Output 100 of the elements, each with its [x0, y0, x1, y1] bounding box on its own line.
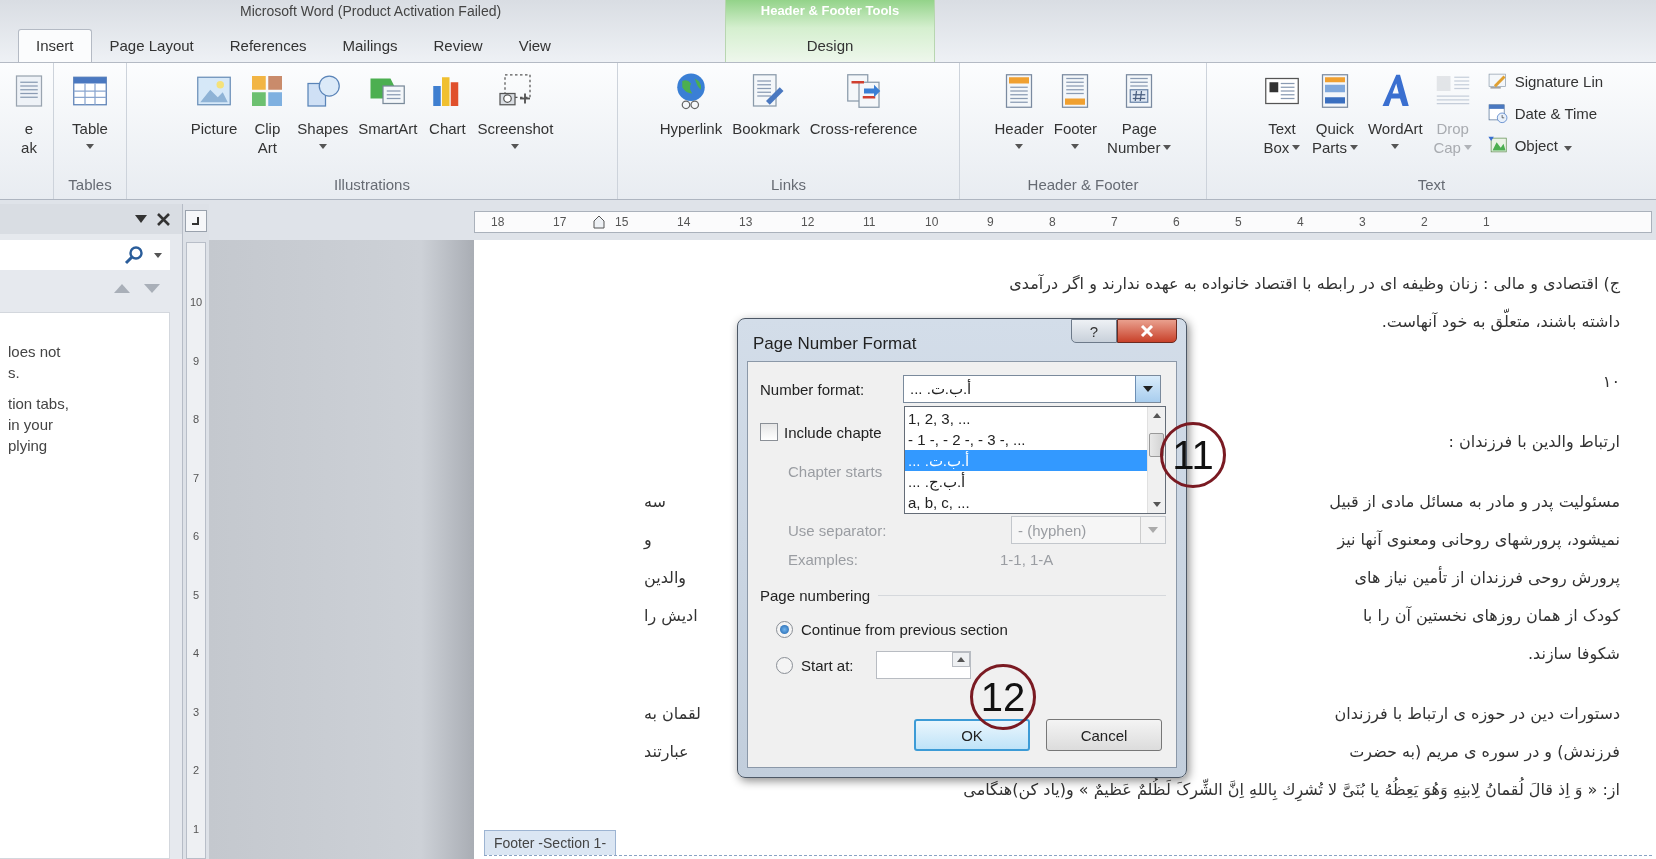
radio-button[interactable]	[776, 620, 793, 638]
ribbon-button[interactable]: WordArt	[1363, 69, 1427, 151]
object-icon	[1486, 134, 1509, 156]
caret-icon	[511, 144, 520, 149]
indent-marker-icon[interactable]	[593, 215, 605, 229]
contextual-tab-label: Header & Footer Tools	[759, 2, 901, 20]
ruler-number: 3	[192, 705, 200, 718]
ruler-number: 7	[1111, 215, 1119, 229]
group-label: Links	[770, 175, 807, 195]
ruler-number: 8	[192, 413, 200, 426]
caret-icon	[1143, 386, 1153, 392]
ruler-number: 15	[615, 215, 630, 229]
ribbon-button[interactable]: Date & Time	[1484, 101, 1606, 125]
ribbon-button[interactable]: Signature Lin	[1484, 69, 1606, 93]
group-label: Illustrations	[333, 175, 411, 195]
document-text: عبارتند	[644, 741, 689, 761]
ruler-number: 1	[192, 822, 200, 835]
group-label: Text	[1416, 175, 1447, 195]
ribbon-button[interactable]: Clip Art	[243, 69, 292, 159]
ruler-number: 9	[192, 354, 200, 367]
document-text: ۱۰	[1602, 371, 1620, 391]
help-button[interactable]: ?	[1071, 319, 1117, 343]
close-icon[interactable]	[157, 212, 170, 226]
ruler-number: 7	[192, 471, 200, 484]
ribbon-button[interactable]: Quick Parts	[1307, 69, 1362, 159]
caret-icon	[86, 144, 94, 149]
ribbon-tab[interactable]: Review	[415, 29, 501, 62]
callout-number: 12	[970, 664, 1036, 730]
ribbon-button[interactable]: Object	[1484, 133, 1606, 157]
list-option[interactable]: أ.ب.ج. ...	[905, 471, 1147, 492]
radio-label[interactable]: Continue from previous section	[801, 620, 1008, 638]
tab-selector-button[interactable]	[185, 210, 207, 232]
ruler-number: 11	[863, 215, 877, 229]
ribbon-button[interactable]: Page Number	[1103, 69, 1176, 159]
ribbon-tab[interactable]: Insert	[18, 29, 92, 62]
ribbon-button[interactable]: Picture	[186, 69, 242, 140]
search-icon[interactable]	[124, 245, 144, 265]
group-label: Header & Footer	[1026, 175, 1140, 195]
ribbon-button[interactable]: Shapes	[293, 69, 353, 151]
document-text: شکوفا سازند.	[1527, 643, 1620, 663]
caret-icon	[1148, 527, 1158, 533]
up-arrow-icon[interactable]	[1152, 413, 1161, 418]
cancel-button[interactable]: Cancel	[1046, 719, 1162, 751]
ruler-number: 17	[553, 215, 568, 229]
ribbon-button[interactable]: Footer	[1049, 69, 1102, 151]
ribbon-button[interactable]: Screenshot	[473, 69, 558, 151]
ruler-number: 14	[677, 215, 692, 229]
ribbon-tab[interactable]: Mailings	[324, 29, 416, 62]
list-option[interactable]: a, b, c, ...	[905, 492, 1147, 513]
ruler-number: 10	[189, 296, 203, 309]
caret-icon	[1015, 144, 1024, 149]
ribbon-tab[interactable]: View	[500, 29, 569, 62]
ribbon-button[interactable]: Header	[990, 69, 1048, 151]
example-value: 1-1, 1-A	[1000, 550, 1054, 568]
caret-icon[interactable]	[135, 215, 147, 223]
caret-icon[interactable]	[154, 252, 162, 258]
close-button[interactable]	[1117, 319, 1177, 343]
start-at-field[interactable]	[875, 651, 971, 679]
ribbon-tab[interactable]: References	[211, 29, 325, 62]
ruler-number: 6	[1173, 215, 1181, 229]
radio-button[interactable]	[776, 656, 793, 674]
ribbon-button[interactable]: Text Box	[1257, 69, 1306, 159]
ribbon-button[interactable]: Hyperlink	[655, 69, 727, 140]
list-option[interactable]: 1, 2, 3, ...	[905, 408, 1147, 429]
ribbon-tab[interactable]: Design	[788, 29, 872, 62]
number-format-dropdown[interactable]: أ.ب.ت. ...	[903, 375, 1161, 403]
caret-icon	[1564, 145, 1573, 151]
checkbox-label[interactable]: Include chapte	[784, 423, 882, 441]
radio-label[interactable]: Start at:	[801, 656, 854, 674]
document-text: ارتباط والدین با فرزندان :	[1448, 431, 1620, 451]
checkbox[interactable]	[760, 423, 778, 441]
field-label: Chapter starts	[788, 462, 883, 480]
up-arrow-icon[interactable]	[956, 657, 965, 662]
ribbon-button[interactable]: Cross-reference	[805, 69, 922, 140]
document-text: پرورش روحی فرزندان از تأمین نیاز های	[1354, 567, 1620, 587]
field-label: Use separator:	[788, 521, 887, 539]
document-text: نمیشود، پرورشهای روحانی ومعنوی آنها نیز	[1337, 529, 1620, 549]
ribbon-button[interactable]: SmartArt	[354, 69, 422, 140]
down-arrow-icon[interactable]	[1152, 502, 1161, 507]
caret-icon	[1292, 145, 1301, 150]
scrollbar-thumb[interactable]	[1149, 433, 1164, 457]
document-text: و	[644, 529, 652, 549]
ruler-number: 4	[192, 647, 200, 660]
ribbon-button[interactable]: Bookmark	[728, 69, 804, 140]
document-text: مسئولیت پدر و مادر به مسائل مادی از قبیل	[1329, 491, 1620, 511]
ribbon-tab[interactable]: Page Layout	[91, 29, 212, 62]
ribbon-button[interactable]: e ak	[5, 69, 53, 159]
document-text: از: « وَ اِذ قالَ لُقمانُ لِابنِهِ وَهُوَ یَعِظُهُ یا بُنَیَّ لا تُشرِك بِاللهِ اِنَّ الشِّرکَ لَظُلمٌ عَظیمٌ » و(یاد کن)هنگامی	[963, 779, 1620, 799]
list-option[interactable]: - 1 -, - 2 -, - 3 -, ...	[905, 429, 1147, 450]
ok-button[interactable]: OK	[914, 719, 1030, 751]
ruler-number: 18	[491, 215, 506, 229]
scrollbar[interactable]	[1147, 407, 1165, 513]
caret-icon	[1463, 145, 1472, 150]
ruler-number: 1	[1483, 215, 1491, 229]
search-field[interactable]	[0, 240, 170, 270]
caret-icon	[1071, 144, 1080, 149]
ruler-number: 12	[801, 215, 816, 229]
ribbon-button[interactable]: Chart	[423, 69, 472, 140]
field-label: Examples:	[788, 550, 860, 568]
ribbon-button[interactable]: Table	[66, 69, 114, 151]
